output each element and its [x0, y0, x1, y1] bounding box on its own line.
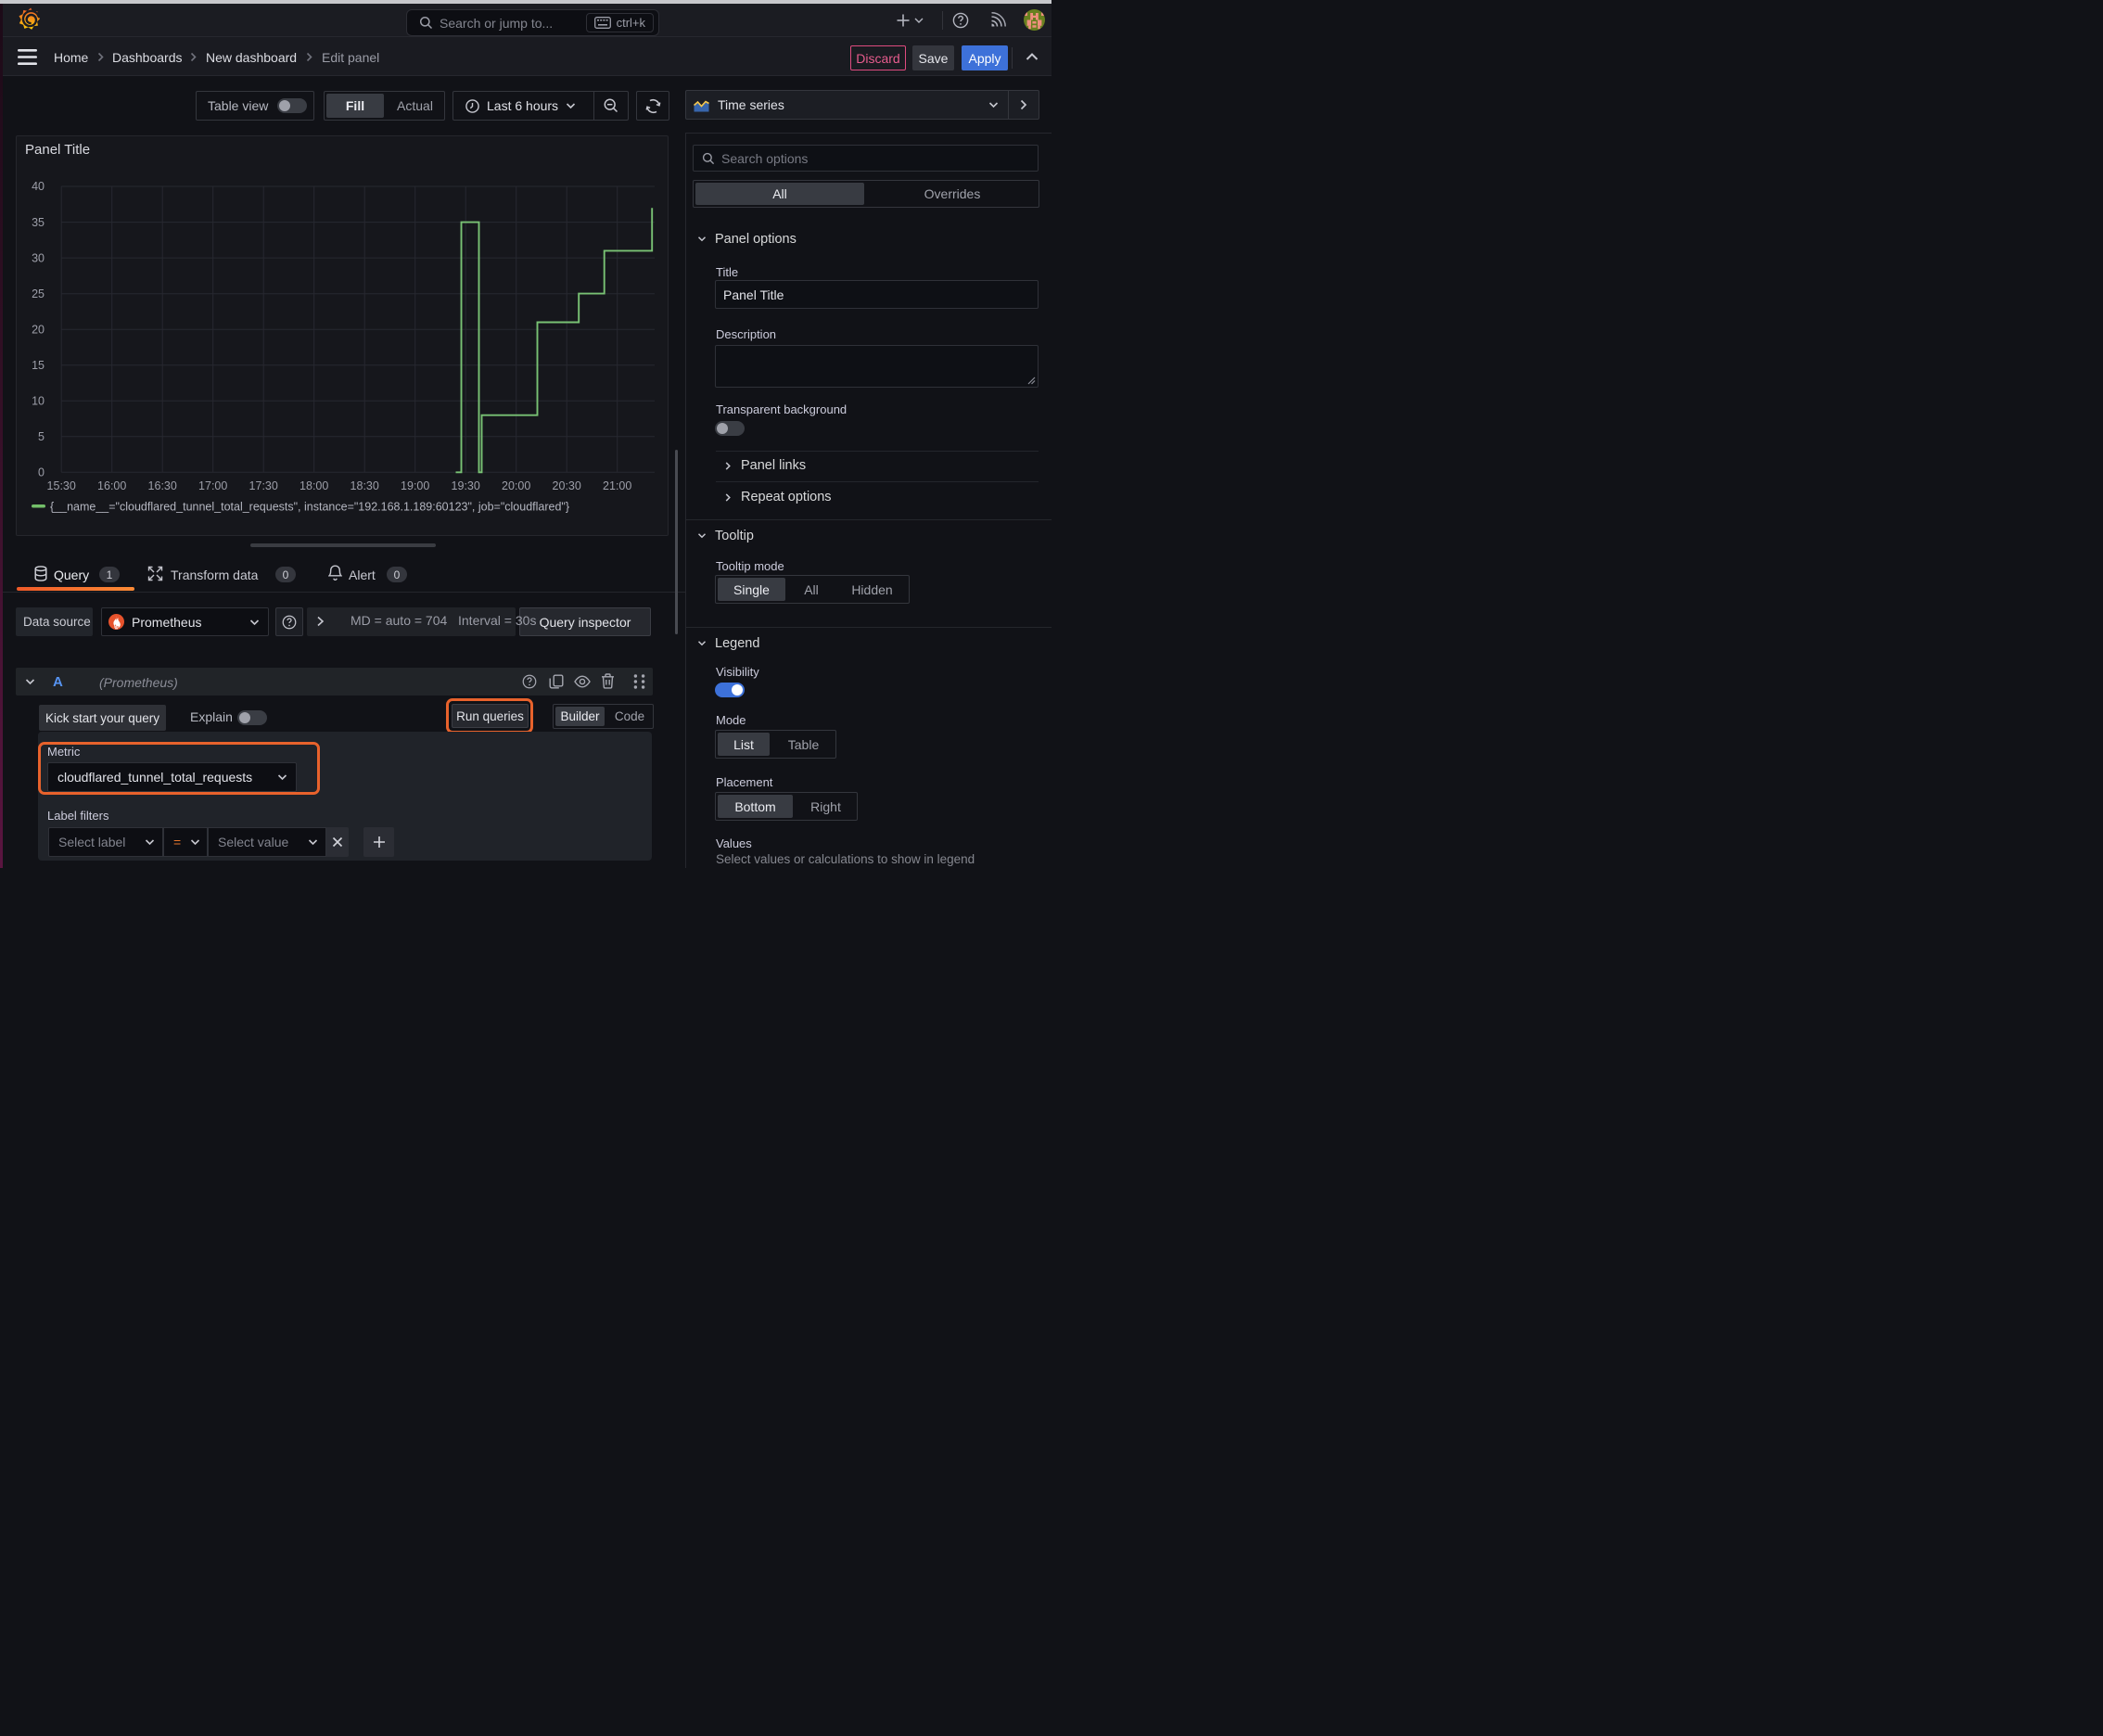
svg-text:25: 25: [32, 287, 45, 300]
svg-text:19:30: 19:30: [452, 479, 480, 492]
svg-text:15: 15: [32, 359, 45, 372]
svg-text:17:30: 17:30: [249, 479, 278, 492]
svg-text:35: 35: [32, 216, 45, 229]
svg-text:21:00: 21:00: [603, 479, 631, 492]
svg-text:5: 5: [38, 430, 45, 443]
svg-text:0: 0: [38, 466, 45, 479]
svg-text:20: 20: [32, 323, 45, 336]
svg-text:20:00: 20:00: [502, 479, 530, 492]
svg-text:{__name__="cloudflared_tunnel_: {__name__="cloudflared_tunnel_total_requ…: [50, 501, 569, 514]
svg-text:30: 30: [32, 251, 45, 264]
svg-text:18:30: 18:30: [350, 479, 379, 492]
svg-text:16:30: 16:30: [148, 479, 177, 492]
svg-text:20:30: 20:30: [553, 479, 581, 492]
svg-text:15:30: 15:30: [47, 479, 76, 492]
svg-text:10: 10: [32, 395, 45, 408]
svg-text:18:00: 18:00: [300, 479, 328, 492]
svg-text:16:00: 16:00: [97, 479, 126, 492]
svg-text:19:00: 19:00: [401, 479, 429, 492]
svg-text:17:00: 17:00: [198, 479, 227, 492]
svg-text:40: 40: [32, 180, 45, 193]
